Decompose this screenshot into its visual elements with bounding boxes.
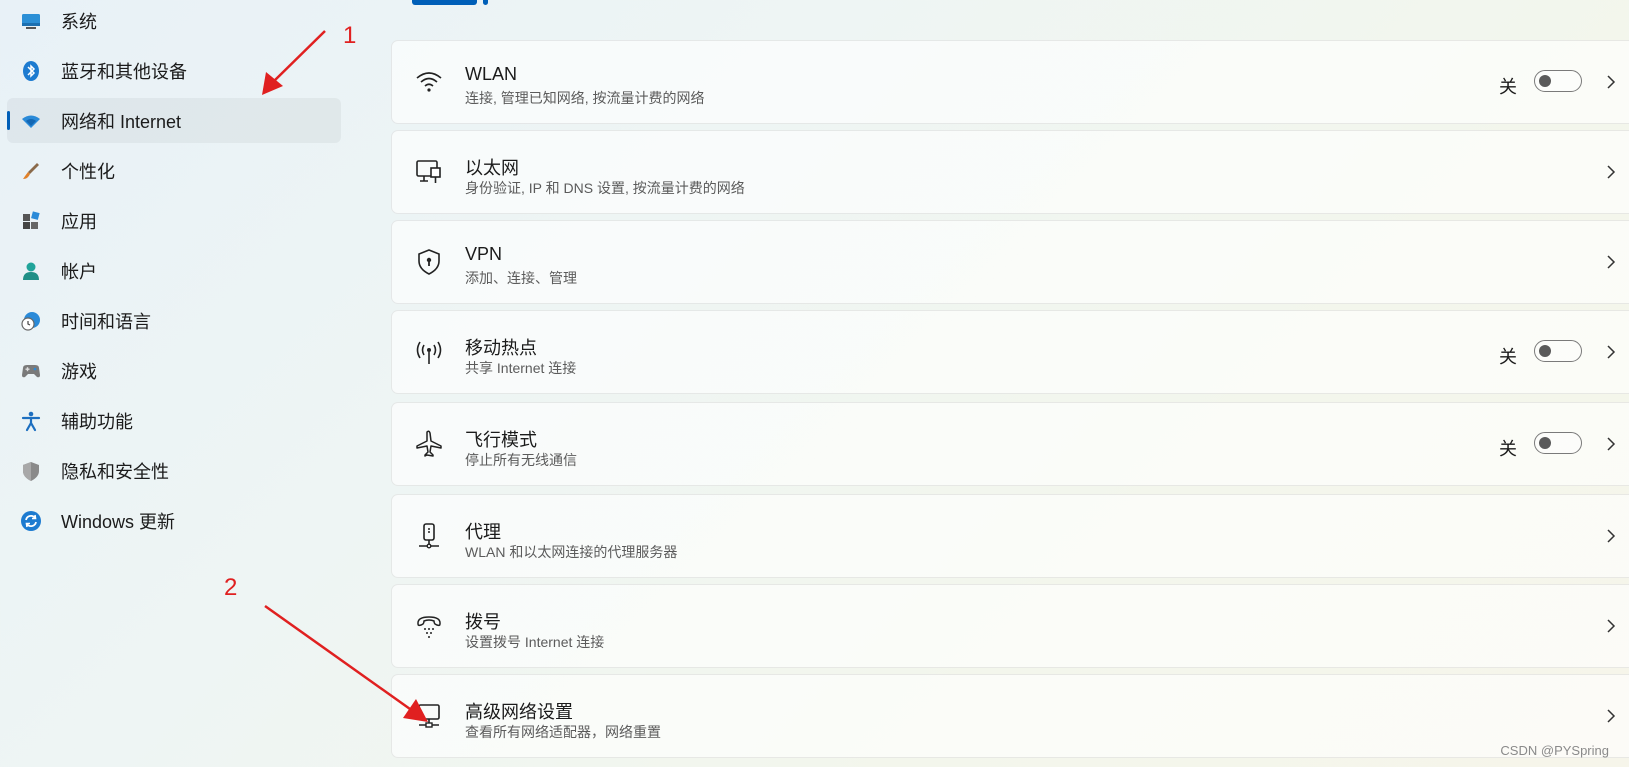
annotation-arrow-1	[262, 30, 326, 95]
annotation-label-2: 2	[224, 574, 238, 601]
annotation-arrow-2	[264, 604, 428, 722]
annotation-label-1: 1	[343, 22, 357, 49]
annotation-arrows	[262, 30, 428, 722]
watermark: CSDN @PYSpring	[1500, 743, 1609, 758]
